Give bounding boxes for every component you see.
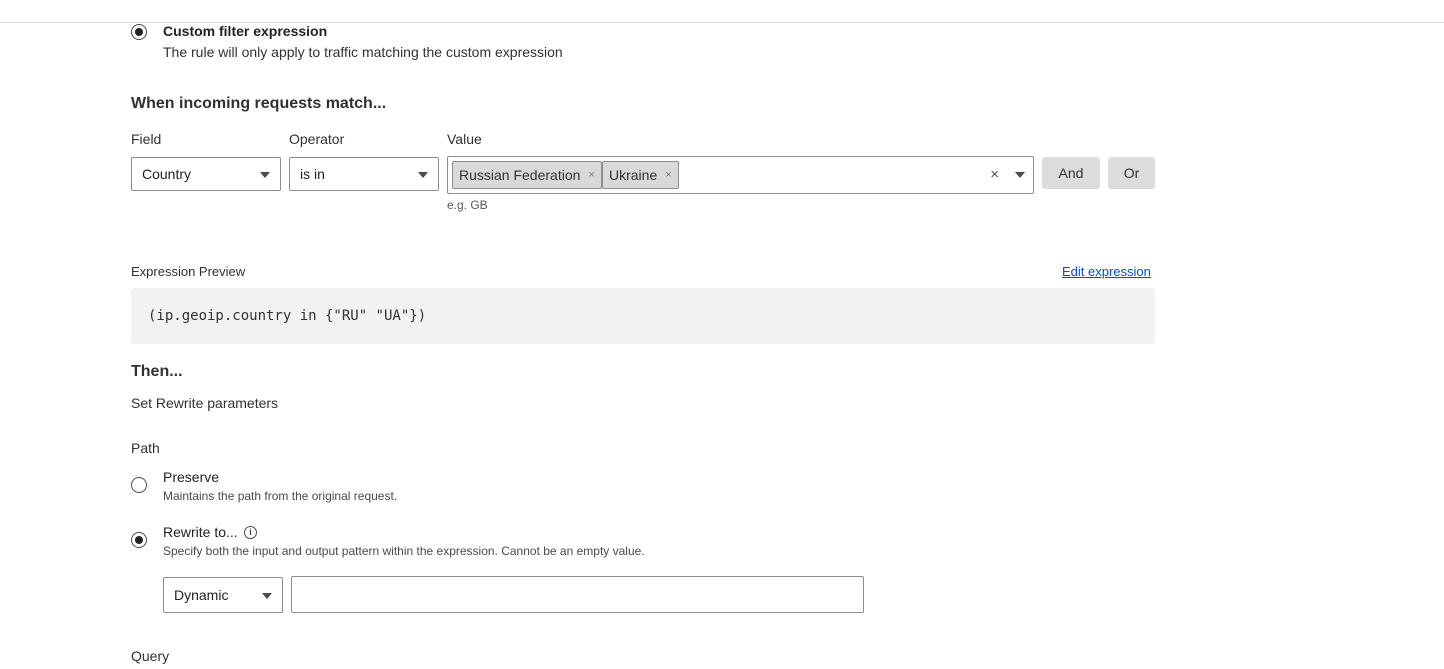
custom-filter-radio[interactable] (131, 24, 147, 40)
clear-icon[interactable]: × (990, 166, 999, 183)
operator-select[interactable]: is in (289, 157, 439, 191)
chevron-down-icon (262, 593, 272, 599)
preserve-description: Maintains the path from the original req… (163, 489, 398, 503)
value-chip-russian-federation: Russian Federation × (452, 161, 602, 189)
operator-select-value: is in (300, 166, 325, 182)
expression-preview-label: Expression Preview (131, 264, 246, 279)
value-label: Value (447, 131, 482, 147)
then-heading: Then... (131, 363, 183, 380)
field-select[interactable]: Country (131, 157, 281, 191)
operator-label: Operator (289, 131, 345, 147)
then-subtitle: Set Rewrite parameters (131, 395, 279, 411)
field-label: Field (131, 131, 162, 147)
match-heading: When incoming requests match... (131, 95, 387, 112)
value-chip-ukraine: Ukraine × (602, 161, 679, 189)
chip-label: Russian Federation (459, 167, 581, 183)
chevron-down-icon (418, 172, 428, 178)
edit-expression-link[interactable]: Edit expression (1062, 264, 1151, 279)
field-select-value: Country (142, 166, 192, 182)
chevron-down-icon (260, 172, 270, 178)
and-button[interactable]: And (1042, 157, 1100, 189)
rewrite-mode-select[interactable]: Dynamic (163, 577, 283, 613)
chip-remove-icon[interactable]: × (665, 169, 671, 181)
chevron-down-icon[interactable] (1015, 172, 1025, 178)
expression-text: (ip.geoip.country in {"RU" "UA"}) (148, 308, 427, 324)
value-hint: e.g. GB (447, 198, 488, 212)
info-icon[interactable]: i (244, 526, 257, 539)
chip-label: Ukraine (609, 167, 658, 183)
value-multiselect[interactable]: Russian Federation × Ukraine × × (447, 156, 1034, 194)
rewrite-description: Specify both the input and output patter… (163, 544, 645, 558)
rewrite-mode-value: Dynamic (174, 587, 229, 603)
or-button[interactable]: Or (1108, 157, 1155, 189)
rewrite-expression-input[interactable] (291, 576, 864, 613)
query-label: Query (131, 648, 170, 664)
expression-preview: (ip.geoip.country in {"RU" "UA"}) (131, 288, 1155, 344)
custom-filter-title: Custom filter expression (163, 23, 328, 39)
preserve-radio[interactable] (131, 477, 147, 493)
rewrite-title: Rewrite to... (163, 524, 238, 540)
rewrite-radio[interactable] (131, 532, 147, 548)
preserve-title: Preserve (163, 469, 220, 485)
custom-filter-description: The rule will only apply to traffic matc… (163, 44, 563, 60)
chip-remove-icon[interactable]: × (588, 169, 594, 181)
path-label: Path (131, 440, 160, 456)
